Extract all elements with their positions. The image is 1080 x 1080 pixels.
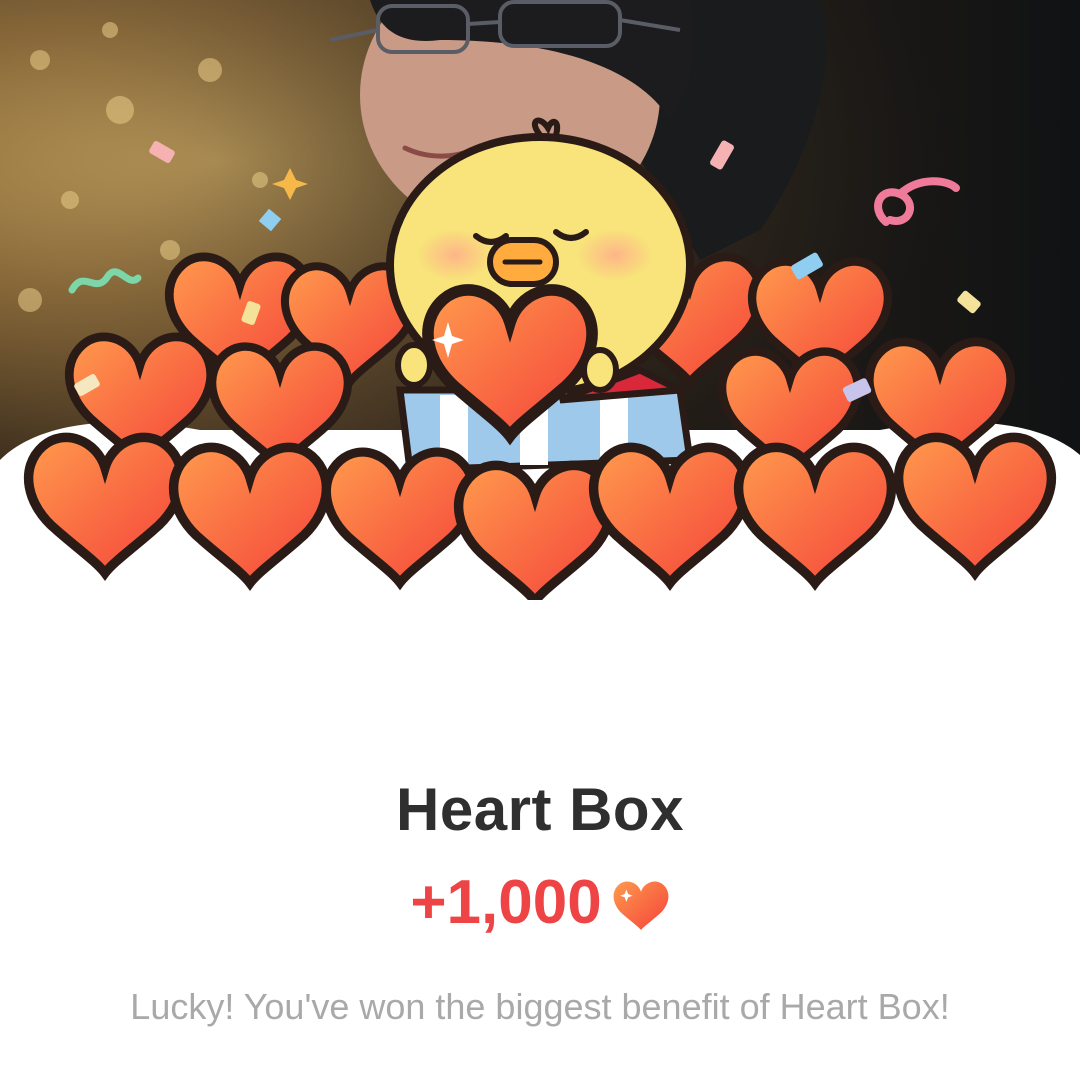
reward-title: Heart Box [396, 776, 684, 843]
heart-icon [612, 876, 670, 930]
reward-message: Lucky! You've won the biggest benefit of… [130, 986, 950, 1027]
reward-amount: +1,000 [410, 868, 602, 937]
reward-amount-row: +1,000 [0, 872, 1080, 934]
reward-illustration [0, 0, 1080, 600]
